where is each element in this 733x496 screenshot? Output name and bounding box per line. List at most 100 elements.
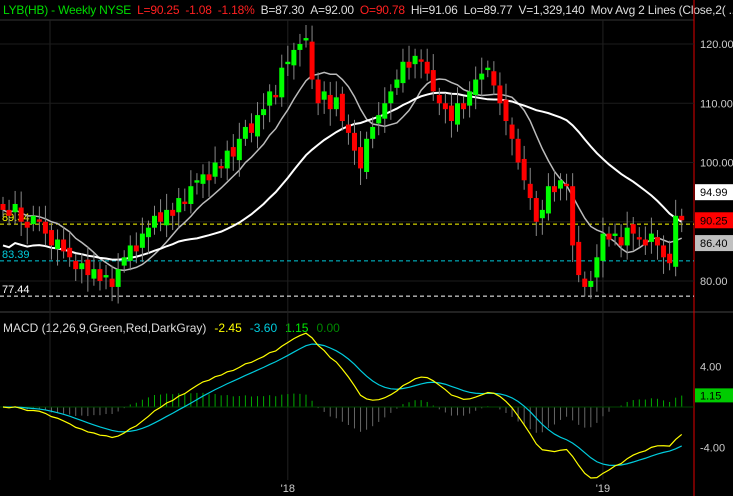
- candle-body: [412, 55, 418, 65]
- candle-body: [461, 103, 467, 110]
- candle-body: [545, 186, 551, 214]
- macd-tick-label: -4.00: [700, 442, 725, 454]
- candle-body: [6, 209, 12, 216]
- candle-body: [127, 245, 133, 261]
- candle-body: [642, 239, 648, 246]
- candle-body: [630, 224, 636, 234]
- candle-body: [261, 109, 267, 116]
- candle-body: [176, 198, 182, 213]
- candle-body: [430, 70, 436, 92]
- price-label: 94.99: [700, 187, 728, 199]
- candle-body: [400, 61, 406, 84]
- candle-body: [315, 79, 321, 104]
- candle-body: [218, 166, 224, 169]
- candle-body: [436, 94, 442, 104]
- candle-body: [382, 103, 388, 119]
- candle-body: [309, 41, 315, 80]
- stock-chart[interactable]: LYB(HB) - Weekly NYSE L=90.25 -1.08 -1.18% B…: [0, 0, 733, 496]
- candle-body: [152, 215, 157, 228]
- candle-body: [170, 209, 176, 216]
- candle-body: [394, 79, 400, 88]
- candle-body: [624, 227, 630, 246]
- candle-body: [194, 180, 200, 183]
- candle-body: [521, 158, 527, 181]
- candle-body: [418, 59, 424, 62]
- candle-body: [242, 126, 248, 139]
- candle-body: [36, 219, 42, 222]
- candle-body: [91, 269, 97, 279]
- candle-body: [588, 281, 594, 287]
- candle-body: [467, 91, 473, 106]
- price-label: 86.40: [700, 238, 728, 250]
- candle-body: [30, 215, 36, 225]
- candle-body: [485, 67, 491, 71]
- candle-body: [333, 97, 339, 110]
- candle-body: [497, 85, 503, 104]
- candle-body: [570, 186, 576, 246]
- macd-tick-label: 4.00: [700, 362, 721, 374]
- candle-body: [182, 201, 188, 204]
- candle-body: [73, 260, 79, 270]
- candle-body: [406, 61, 412, 68]
- candle-body: [0, 203, 6, 210]
- candle-body: [612, 233, 618, 236]
- candle-body: [133, 245, 139, 252]
- signal-line: [2, 343, 682, 466]
- candle-body: [121, 257, 127, 266]
- candle-body: [582, 278, 588, 287]
- candle-body: [248, 123, 254, 133]
- candle-body: [558, 180, 564, 189]
- candle-body: [206, 174, 212, 181]
- price-tick-label: 100.00: [700, 158, 733, 170]
- candle-body: [327, 94, 333, 110]
- candle-body: [145, 227, 151, 238]
- candle-body: [491, 71, 497, 86]
- candle-body: [18, 207, 24, 222]
- candle-body: [442, 103, 448, 110]
- candle-body: [236, 138, 242, 161]
- candle-body: [67, 247, 73, 258]
- candle-body: [370, 126, 376, 139]
- candle-body: [55, 239, 61, 250]
- price-tick-label: 110.00: [700, 98, 733, 110]
- candle-body: [636, 237, 642, 240]
- candle-body: [654, 237, 660, 246]
- candle-body: [139, 233, 145, 248]
- candle-body: [376, 115, 382, 124]
- candle-body: [679, 215, 685, 221]
- candle-body: [539, 209, 545, 219]
- candle-body: [479, 73, 485, 80]
- candle-body: [164, 209, 170, 226]
- candle-body: [661, 245, 667, 258]
- candle-body: [12, 203, 18, 213]
- candle-body: [503, 99, 509, 122]
- candle-body: [303, 38, 309, 41]
- candle-body: [473, 79, 479, 95]
- candle-body: [455, 103, 460, 125]
- candle-body: [42, 221, 48, 234]
- candle-body: [321, 91, 327, 100]
- candle-body: [115, 269, 121, 287]
- candle-body: [448, 105, 454, 122]
- candle-body: [576, 241, 582, 276]
- candle-body: [618, 237, 624, 246]
- candle-body: [648, 233, 654, 242]
- candle-body: [509, 124, 515, 139]
- candle-body: [600, 233, 606, 261]
- candle-body: [285, 61, 291, 65]
- candle-body: [388, 91, 394, 104]
- candle-body: [594, 257, 600, 278]
- candle-body: [551, 186, 557, 193]
- candle-body: [24, 221, 30, 228]
- candle-body: [230, 147, 236, 157]
- candle-body: [351, 132, 357, 151]
- level-label: 77.44: [2, 284, 30, 296]
- candle-body: [339, 93, 345, 122]
- candle-body: [224, 150, 230, 169]
- candle-body: [48, 230, 54, 246]
- candle-body: [527, 183, 533, 199]
- chart-canvas[interactable]: '18'19120.00110.00100.0090.0080.004.00-4…: [0, 0, 733, 496]
- candle-body: [200, 174, 206, 184]
- x-tick-label: '18: [281, 483, 295, 495]
- candle-body: [267, 91, 273, 106]
